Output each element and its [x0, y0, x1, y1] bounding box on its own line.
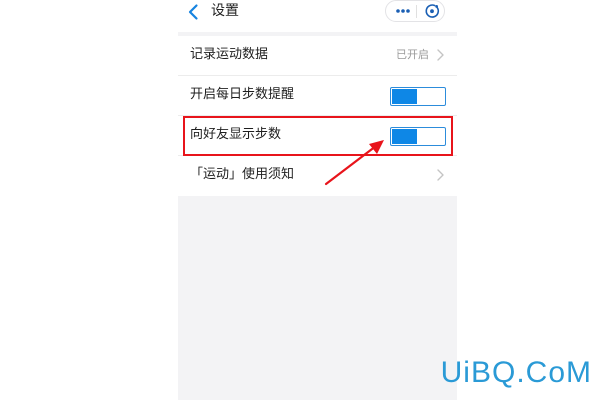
- watermark-logo: UiBQ.CoM: [440, 356, 592, 389]
- setting-row-record-sport-data[interactable]: 记录运动数据 已开启: [178, 36, 457, 76]
- chevron-right-icon: [437, 49, 444, 61]
- annotation-arrow-icon: [324, 140, 384, 186]
- daily-reminder-toggle[interactable]: [390, 87, 446, 106]
- highlight-box: [183, 116, 453, 156]
- setting-label: 「运动」使用须知: [190, 167, 295, 182]
- setting-value: 已开启: [396, 48, 429, 61]
- setting-row-daily-step-reminder: 开启每日步数提醒: [178, 76, 457, 116]
- capsule-divider: [416, 5, 417, 18]
- setting-row-sport-usage-notice[interactable]: 「运动」使用须知: [178, 156, 457, 196]
- chevron-left-icon[interactable]: [185, 3, 203, 21]
- setting-label: 记录运动数据: [190, 47, 269, 62]
- mini-program-capsule: [385, 0, 445, 22]
- toggle-on-fill: [392, 89, 417, 104]
- page-title: 设置: [211, 3, 239, 19]
- phone-screen: 设置 记录运动数据 已开启 开启每日步数提醒 向好友显示步数 「运动」使用须知: [178, 0, 457, 400]
- chevron-right-icon: [437, 169, 444, 181]
- close-circle-icon[interactable]: [424, 3, 440, 19]
- nav-bar: 设置: [178, 0, 457, 32]
- more-dots-icon[interactable]: [394, 5, 412, 17]
- setting-label: 开启每日步数提醒: [190, 87, 295, 102]
